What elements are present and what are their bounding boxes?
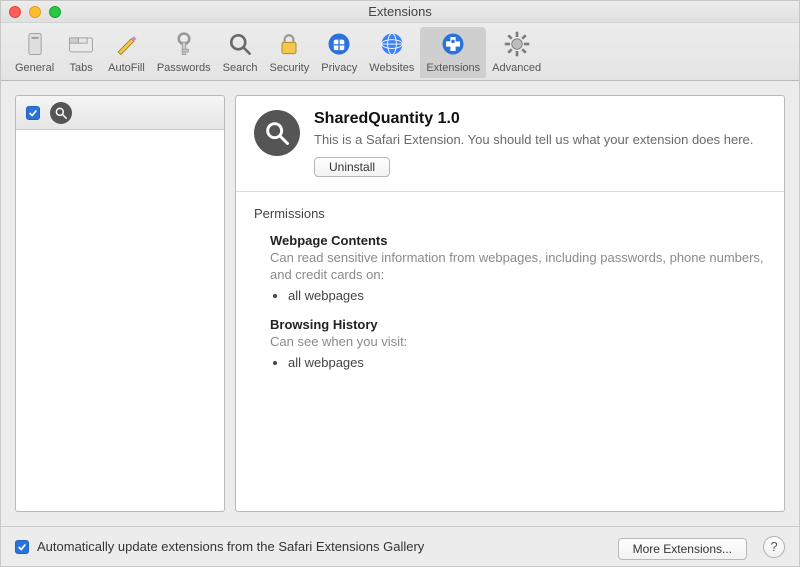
permission-list: all webpages [288, 288, 766, 303]
search-icon [225, 29, 255, 59]
toolbar-tab-general[interactable]: General [9, 27, 60, 78]
toolbar-tab-label: Extensions [426, 62, 480, 74]
toolbar-tab-label: Advanced [492, 62, 541, 74]
permission-list-item: all webpages [288, 355, 766, 370]
permissions-section: Permissions Webpage Contents Can read se… [236, 192, 784, 402]
toolbar-tab-security[interactable]: Security [263, 27, 315, 78]
extensions-icon [438, 29, 468, 59]
permission-description: Can see when you visit: [270, 334, 766, 351]
sidebar-item[interactable] [16, 96, 224, 130]
permission-list-item: all webpages [288, 288, 766, 303]
preferences-toolbar: General Tabs AutoFill Passwords Search [1, 23, 799, 81]
permission-heading: Browsing History [270, 317, 766, 332]
extension-enabled-checkbox[interactable] [26, 106, 40, 120]
toolbar-tab-label: Security [269, 62, 309, 74]
toolbar-tab-tabs[interactable]: Tabs [60, 27, 102, 78]
privacy-icon [324, 29, 354, 59]
toolbar-tab-search[interactable]: Search [217, 27, 264, 78]
extension-large-magnifier-icon [254, 110, 300, 156]
advanced-icon [502, 29, 532, 59]
permission-description: Can read sensitive information from webp… [270, 250, 766, 284]
extensions-sidebar [15, 95, 225, 512]
content-area: SharedQuantity 1.0 This is a Safari Exte… [1, 81, 799, 526]
permission-heading: Webpage Contents [270, 233, 766, 248]
window-title: Extensions [1, 4, 799, 19]
preferences-window: Extensions General Tabs AutoFill Pa [0, 0, 800, 567]
extension-header: SharedQuantity 1.0 This is a Safari Exte… [236, 96, 784, 192]
toolbar-tab-label: Search [223, 62, 258, 74]
passwords-icon [169, 29, 199, 59]
title-bar: Extensions [1, 1, 799, 23]
extension-header-text: SharedQuantity 1.0 This is a Safari Exte… [314, 110, 766, 177]
auto-update-label: Automatically update extensions from the… [37, 539, 424, 554]
uninstall-button[interactable]: Uninstall [314, 157, 390, 177]
toolbar-tab-passwords[interactable]: Passwords [151, 27, 217, 78]
toolbar-tab-autofill[interactable]: AutoFill [102, 27, 151, 78]
toolbar-tab-label: Websites [369, 62, 414, 74]
extension-magnifier-icon [50, 102, 72, 124]
auto-update-checkbox[interactable] [15, 540, 29, 554]
toolbar-tab-label: AutoFill [108, 62, 145, 74]
autofill-icon [111, 29, 141, 59]
tabs-icon [66, 29, 96, 59]
help-button[interactable]: ? [763, 536, 785, 558]
footer-bar: Automatically update extensions from the… [1, 526, 799, 566]
permission-list: all webpages [288, 355, 766, 370]
toolbar-tab-advanced[interactable]: Advanced [486, 27, 547, 78]
permission-browsing-history: Browsing History Can see when you visit:… [270, 317, 766, 370]
toolbar-tab-label: General [15, 62, 54, 74]
toolbar-tab-label: Privacy [321, 62, 357, 74]
permission-webpage-contents: Webpage Contents Can read sensitive info… [270, 233, 766, 303]
more-extensions-button[interactable]: More Extensions... [618, 538, 747, 560]
extension-name: SharedQuantity 1.0 [314, 110, 766, 128]
extension-detail: SharedQuantity 1.0 This is a Safari Exte… [235, 95, 785, 512]
websites-icon [377, 29, 407, 59]
toolbar-tab-websites[interactable]: Websites [363, 27, 420, 78]
security-icon [274, 29, 304, 59]
extension-description: This is a Safari Extension. You should t… [314, 132, 766, 149]
permissions-title: Permissions [254, 206, 766, 221]
toolbar-tab-extensions[interactable]: Extensions [420, 27, 486, 78]
toolbar-tab-privacy[interactable]: Privacy [315, 27, 363, 78]
toolbar-tab-label: Tabs [70, 62, 93, 74]
toolbar-tab-label: Passwords [157, 62, 211, 74]
general-icon [20, 29, 50, 59]
